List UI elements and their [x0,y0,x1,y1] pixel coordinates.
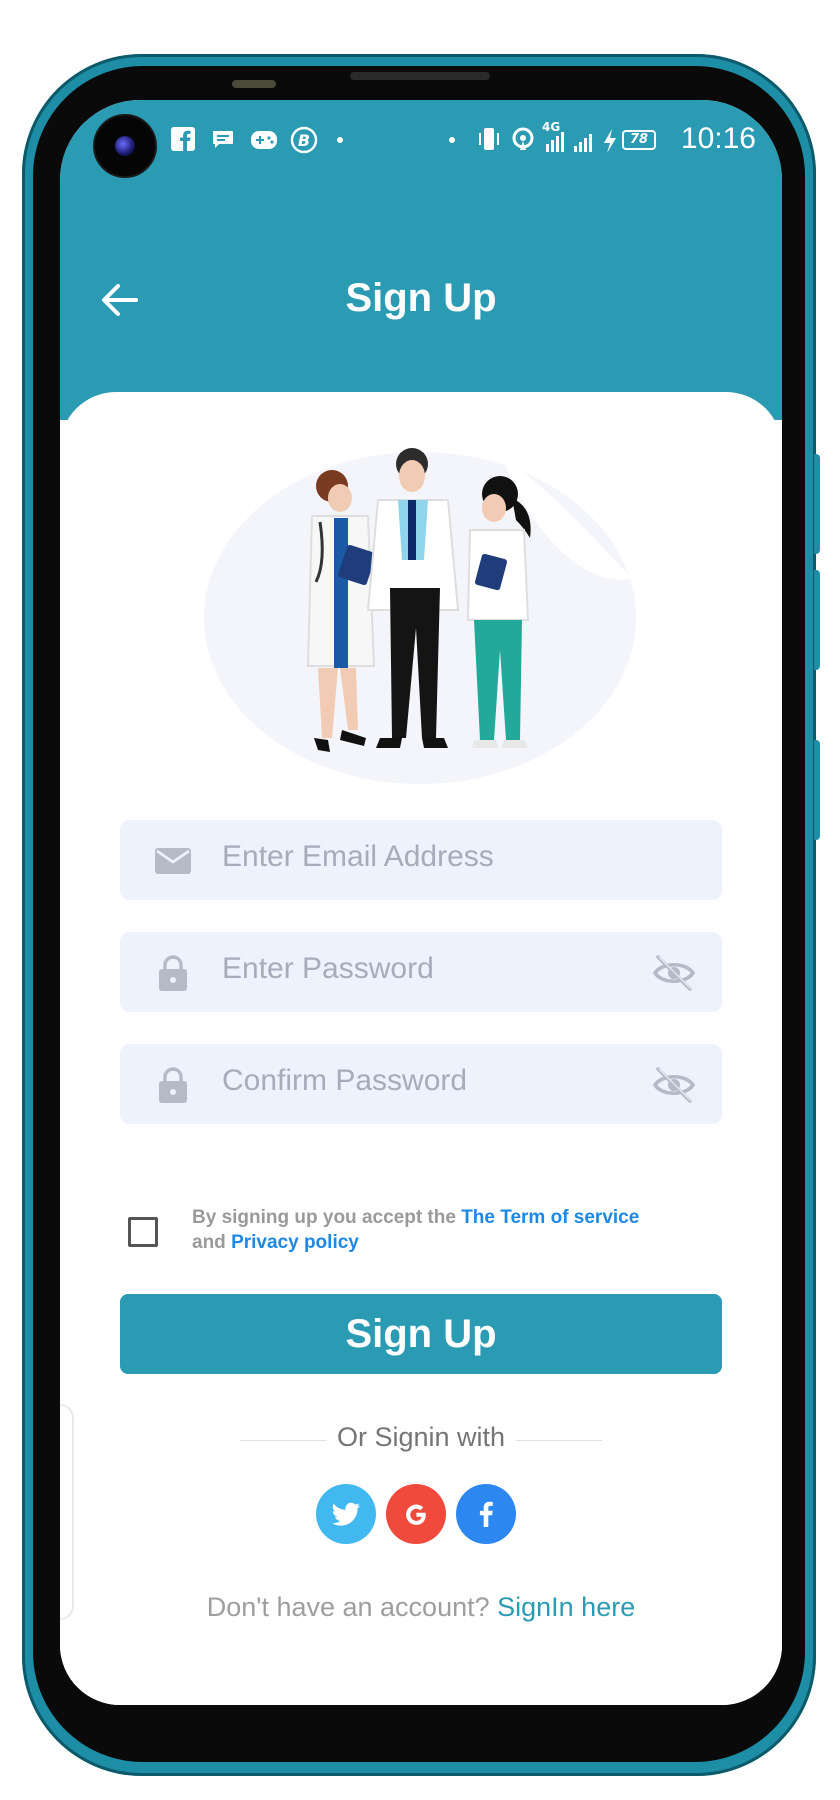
edge-panel-handle[interactable] [60,1404,74,1620]
page-title: Sign Up [345,276,497,320]
eye-off-icon[interactable] [652,1066,696,1104]
terms-row: By signing up you accept the The Term of… [120,1205,722,1265]
google-icon [406,1504,426,1525]
signin-here-link[interactable]: SignIn here [497,1592,635,1622]
twitter-icon [332,1502,360,1526]
or-signin-label: Or Signin with [336,1422,506,1452]
app-bar: Sign Up [60,260,782,340]
password-field[interactable]: Enter Password [120,932,722,1012]
email-placeholder: Enter Email Address [222,840,494,873]
terms-and: and [192,1232,232,1253]
gamepad-icon [251,131,277,149]
volume-up-button [814,570,820,670]
volume-down-button [814,740,820,840]
dot-icon [449,137,455,143]
terms-prefix: By signing up you accept the [192,1207,462,1228]
account-question: Don't have an account? [206,1592,498,1622]
confirm-password-placeholder: Confirm Password [222,1064,468,1097]
email-field[interactable]: Enter Email Address [120,820,722,900]
lock-icon [159,955,187,991]
divider-line-right [516,1440,602,1441]
battery-icon: 78 [622,130,656,150]
signal-icon [546,132,592,152]
doctors-illustration [204,448,636,784]
terms-text: By signing up you accept the The Term of… [192,1205,639,1255]
status-time: 10:16 [680,122,756,155]
terms-checkbox[interactable] [128,1217,158,1247]
facebook-button[interactable] [456,1484,516,1544]
or-divider: Or Signin with [240,1422,602,1458]
front-camera [93,114,157,178]
proximity-sensor [232,80,276,88]
facebook-icon [171,127,195,151]
eye-off-icon[interactable] [652,954,696,992]
status-bar: B 4G 78 10:16 [60,100,782,180]
phone-screen: B 4G 78 10:16 Sign Up Enter Email Addres… [60,100,782,1705]
hotspot-icon [512,127,534,150]
facebook-icon [479,1501,493,1527]
password-placeholder: Enter Password [222,952,434,985]
google-button[interactable] [386,1484,446,1544]
privacy-policy-link[interactable]: Privacy policy [231,1232,359,1253]
mail-icon [155,848,191,874]
power-button [814,454,820,554]
charging-icon [604,129,616,153]
vibrate-icon [479,128,499,150]
terms-of-service-link[interactable]: The Term of service [461,1207,639,1228]
svg-text:B: B [298,131,310,150]
b-circle-icon: B [290,126,318,154]
lock-icon [159,1067,187,1103]
sign-up-button[interactable]: Sign Up [120,1294,722,1374]
confirm-password-field[interactable]: Confirm Password [120,1044,722,1124]
dot-icon [337,137,343,143]
signin-prompt: Don't have an account? SignIn here [60,1592,782,1623]
earpiece-speaker [350,72,490,80]
twitter-button[interactable] [316,1484,376,1544]
message-icon [213,131,233,148]
